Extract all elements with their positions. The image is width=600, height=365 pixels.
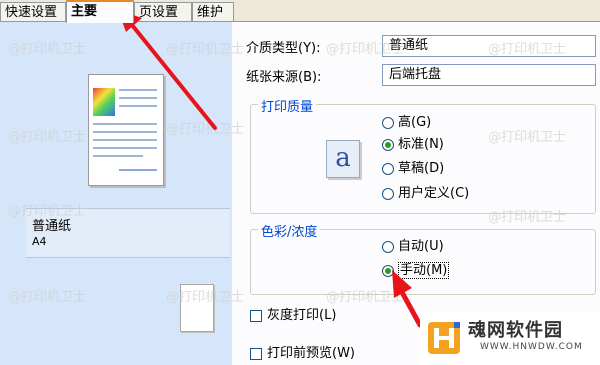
arrow-to-main-tab xyxy=(118,10,217,130)
tab-label: 主要 xyxy=(71,4,98,19)
logo-mark-icon xyxy=(428,322,460,354)
tab-main[interactable]: 主要 xyxy=(66,0,134,23)
arrow-to-manual-radio xyxy=(392,270,423,328)
logo-url: WWW.HNWDW.COM xyxy=(480,342,583,352)
logo-text: 魂网软件园 xyxy=(468,320,563,341)
annotation-arrows xyxy=(118,10,423,328)
site-logo: 魂网软件园 WWW.HNWDW.COM xyxy=(420,312,600,365)
